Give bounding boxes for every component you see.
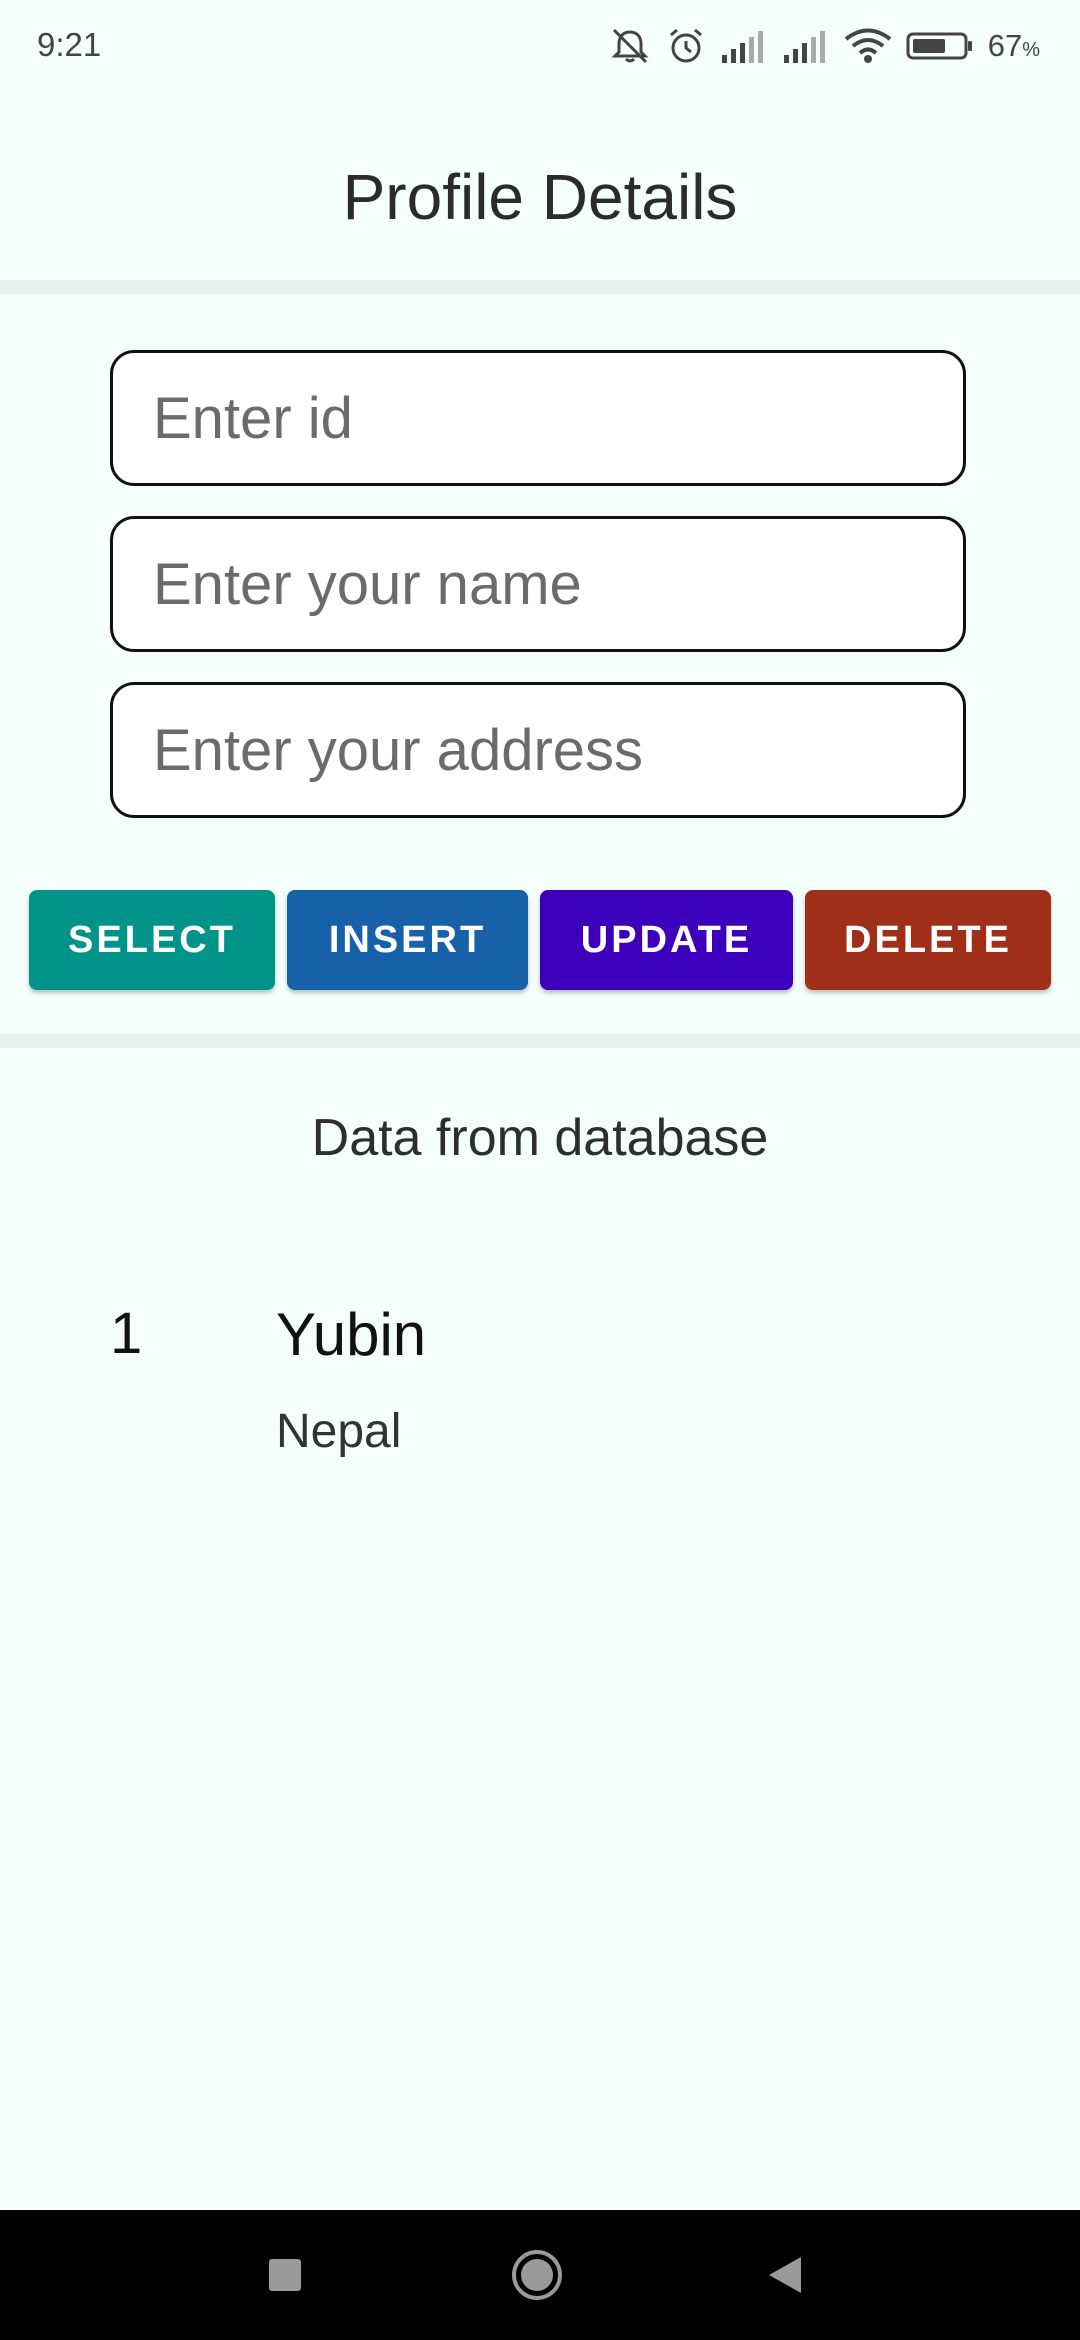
battery-percent: 67% (987, 28, 1040, 63)
address-input[interactable] (110, 682, 966, 818)
insert-button[interactable]: INSERT (287, 890, 528, 990)
results-heading: Data from database (311, 1109, 769, 1167)
recents-icon (265, 2255, 305, 2300)
signal-icon (720, 29, 768, 63)
alarm-icon (666, 26, 706, 66)
record-address: Nepal (276, 1405, 402, 1458)
back-icon (765, 2253, 805, 2302)
name-input[interactable] (110, 516, 966, 652)
status-icons: 67% (608, 22, 1040, 70)
wifi-icon (844, 28, 892, 64)
results-divider (0, 1034, 1080, 1048)
record-id: 1 (110, 1301, 143, 1366)
id-input[interactable] (110, 350, 966, 486)
header-divider (0, 280, 1080, 294)
signal-icon (782, 29, 830, 63)
mute-icon (608, 26, 652, 66)
recents-button[interactable] (240, 2232, 330, 2322)
navigation-bar (0, 2210, 1080, 2340)
record-name: Yubin (276, 1301, 427, 1368)
status-time: 9:21 (37, 26, 102, 63)
delete-button[interactable]: DELETE (805, 890, 1051, 990)
battery-icon (906, 31, 974, 61)
page-title: Profile Details (342, 161, 738, 233)
update-button[interactable]: UPDATE (540, 890, 793, 990)
home-icon (509, 2247, 565, 2308)
home-button[interactable] (492, 2232, 582, 2322)
back-button[interactable] (740, 2232, 830, 2322)
status-bar: 9:21 67% (0, 0, 1080, 92)
list-item[interactable]: 1 Yubin Nepal (0, 1290, 1080, 1470)
select-button[interactable]: SELECT (29, 890, 275, 990)
